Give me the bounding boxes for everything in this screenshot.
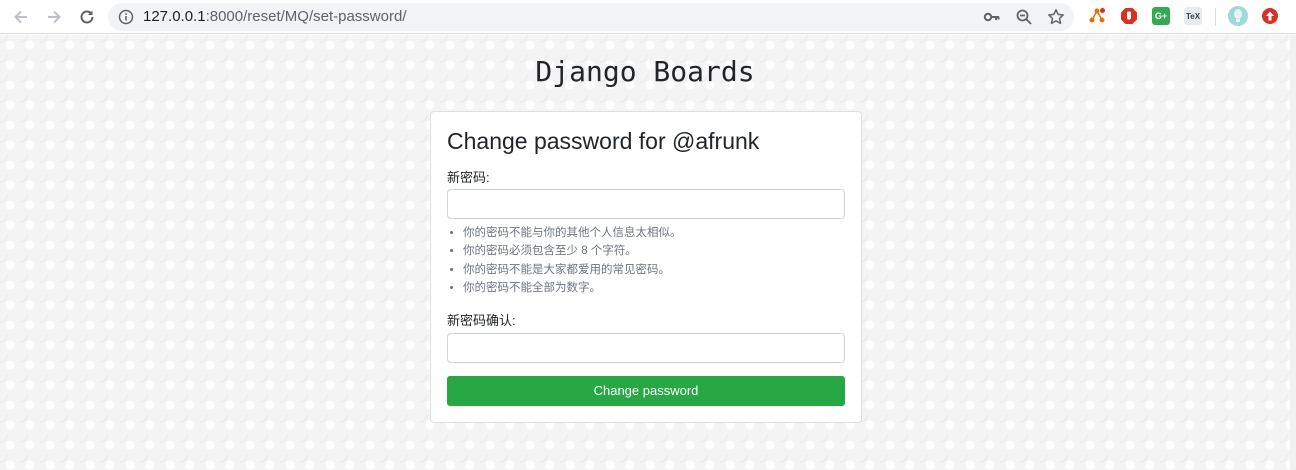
help-item-common: 你的密码不能是大家都爱用的常见密码。 — [463, 261, 682, 279]
gplus-extension-label: G+ — [1154, 11, 1168, 21]
confirm-password-label: 新密码确认: — [447, 313, 516, 328]
scrollbar[interactable] — [1290, 35, 1296, 470]
url-text[interactable]: 127.0.0.1:8000/reset/MQ/set-password/ — [143, 8, 406, 25]
update-extension-icon[interactable] — [1261, 7, 1279, 25]
toolbar-divider — [1215, 8, 1216, 26]
new-password-input[interactable] — [447, 189, 845, 219]
site-brand[interactable]: Django Boards — [0, 55, 1290, 88]
help-item-similarity: 你的密码不能与你的其他个人信息太相似。 — [463, 224, 682, 242]
confirm-password-input[interactable] — [447, 333, 845, 363]
forward-icon[interactable] — [42, 5, 66, 29]
page-background: Django Boards Change password for @afrun… — [0, 35, 1290, 470]
back-icon[interactable] — [9, 5, 33, 29]
new-password-label: 新密码: — [447, 170, 490, 185]
address-bar[interactable]: 127.0.0.1:8000/reset/MQ/set-password/ — [108, 3, 1074, 31]
card-title: Change password for @afrunk — [447, 128, 760, 154]
url-path: :8000/reset/MQ/set-password/ — [205, 8, 407, 25]
info-icon[interactable] — [116, 7, 136, 27]
star-icon[interactable] — [1046, 7, 1066, 27]
adblock-extension-icon[interactable] — [1120, 7, 1138, 25]
change-password-button[interactable]: Change password — [447, 376, 845, 406]
key-icon[interactable] — [982, 7, 1002, 27]
profile-avatar-icon[interactable] — [1228, 6, 1248, 26]
gplus-extension-icon[interactable]: G+ — [1152, 7, 1170, 25]
tex-extension-label: TeX — [1185, 11, 1201, 21]
help-item-length: 你的密码必须包含至少 8 个字符。 — [463, 242, 682, 260]
help-item-numeric: 你的密码不能全部为数字。 — [463, 279, 682, 297]
tex-extension-icon[interactable]: TeX — [1184, 7, 1202, 25]
network-extension-icon[interactable] — [1088, 7, 1106, 25]
url-host: 127.0.0.1 — [143, 8, 206, 25]
zoom-icon[interactable] — [1014, 7, 1034, 27]
password-reset-card: Change password for @afrunk 新密码: 你的密码不能与… — [430, 111, 862, 423]
password-help-list: 你的密码不能与你的其他个人信息太相似。 你的密码必须包含至少 8 个字符。 你的… — [463, 224, 682, 297]
browser-toolbar: 127.0.0.1:8000/reset/MQ/set-password/ G+… — [0, 0, 1296, 34]
reload-icon[interactable] — [75, 5, 99, 29]
